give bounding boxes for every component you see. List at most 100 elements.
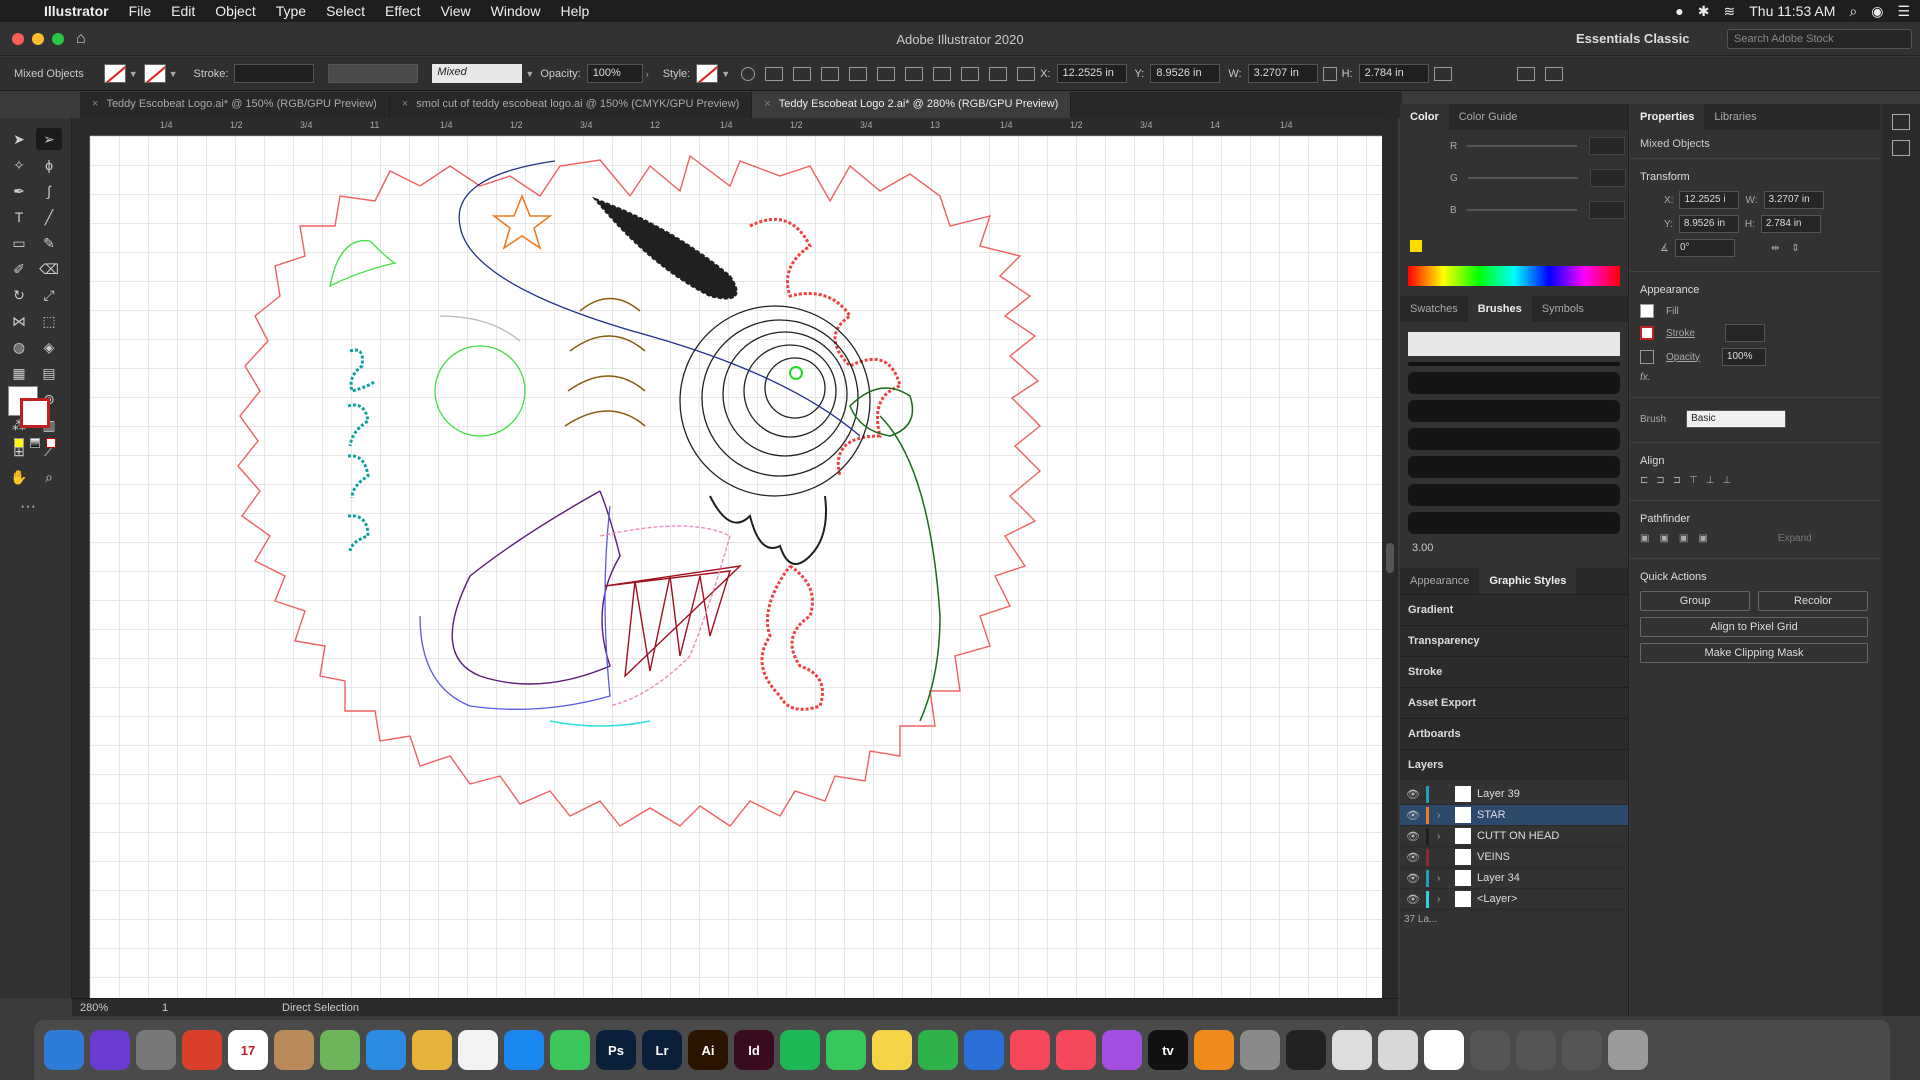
finder-icon[interactable] — [44, 1030, 84, 1070]
zoom-window-button[interactable] — [52, 33, 64, 45]
menu-window[interactable]: Window — [481, 3, 551, 19]
expand-chevron-icon[interactable]: › — [1437, 873, 1455, 884]
align-to-icon[interactable] — [765, 66, 784, 81]
panel-transparency[interactable]: Transparency — [1400, 625, 1628, 656]
clock[interactable]: Thu 11:53 AM — [1749, 3, 1835, 19]
opacity-label[interactable]: Opacity: — [540, 68, 580, 80]
messages-icon[interactable] — [550, 1030, 590, 1070]
window-1-icon[interactable] — [1470, 1030, 1510, 1070]
chevron-down-icon[interactable]: ▼ — [129, 69, 138, 79]
bluetooth-icon[interactable]: ✱ — [1698, 3, 1710, 20]
recolor-button[interactable]: Recolor — [1758, 591, 1868, 611]
control-center-icon[interactable]: ☰ — [1897, 3, 1910, 20]
notes-icon[interactable] — [872, 1030, 912, 1070]
system-prefs-icon[interactable] — [1240, 1030, 1280, 1070]
selection-marker[interactable] — [789, 366, 803, 380]
align-pixel-grid-button[interactable]: Align to Pixel Grid — [1640, 617, 1868, 637]
close-icon[interactable]: × — [402, 98, 408, 110]
layer-row[interactable]: 👁 Layer 39 — [1400, 784, 1628, 805]
tab-color-guide[interactable]: Color Guide — [1449, 104, 1528, 130]
menu-type[interactable]: Type — [266, 3, 316, 19]
brush-tips-row[interactable] — [1408, 332, 1620, 356]
scrollbar-thumb[interactable] — [1386, 543, 1394, 573]
color-spectrum[interactable] — [1408, 266, 1620, 286]
vertical-ruler[interactable] — [72, 136, 90, 998]
brush-item[interactable] — [1408, 456, 1620, 478]
scale-tool-icon[interactable]: ⤢ — [36, 284, 62, 306]
recolor-artwork-icon[interactable] — [741, 66, 756, 81]
panel-layers[interactable]: Layers — [1400, 749, 1628, 780]
layer-row[interactable]: 👁 VEINS — [1400, 847, 1628, 868]
brush-item[interactable] — [1408, 400, 1620, 422]
opacity-label[interactable]: Opacity — [1666, 352, 1700, 363]
type-tool-icon[interactable]: T — [6, 206, 32, 228]
exclude-icon[interactable]: ▣ — [1698, 533, 1707, 544]
layer-name[interactable]: Layer 39 — [1477, 788, 1520, 800]
hair-scribble-path[interactable] — [749, 217, 902, 477]
paintbrush-tool-icon[interactable]: ✎ — [36, 232, 62, 254]
align-vcenter-icon[interactable]: ⊥ — [1706, 475, 1715, 486]
live-paint-tool-icon[interactable]: ◈ — [36, 336, 62, 358]
tab-symbols[interactable]: Symbols — [1532, 296, 1594, 322]
expand-chevron-icon[interactable]: › — [1437, 810, 1455, 821]
hand-tool-icon[interactable]: ✋ — [6, 466, 32, 488]
star-path[interactable] — [491, 193, 553, 250]
close-icon[interactable]: × — [764, 98, 770, 110]
teeth-path[interactable] — [604, 564, 743, 678]
fill-swatch[interactable] — [1640, 304, 1654, 318]
podcasts-icon[interactable] — [1102, 1030, 1142, 1070]
tab-appearance[interactable]: Appearance — [1400, 568, 1479, 594]
photos-icon[interactable] — [412, 1030, 452, 1070]
rotate-tool-icon[interactable]: ↻ — [6, 284, 32, 306]
align-vcenter-icon[interactable] — [905, 66, 924, 81]
zoom-level[interactable]: 280% — [72, 1002, 122, 1014]
panel-stroke[interactable]: Stroke — [1400, 656, 1628, 687]
align-hcenter-icon[interactable]: ⊐ — [1656, 475, 1664, 486]
calendar-icon[interactable]: 17 — [228, 1030, 268, 1070]
rectangle-tool-icon[interactable]: ▭ — [6, 232, 32, 254]
layer-name[interactable]: STAR — [1477, 809, 1506, 821]
transform-reference-icon[interactable] — [1017, 66, 1036, 81]
channel-value-field[interactable] — [1589, 169, 1626, 187]
green-leaf-path[interactable] — [329, 239, 398, 288]
lasso-tool-icon[interactable]: ϕ — [36, 154, 62, 176]
brush-definition-field[interactable]: Mixed — [432, 64, 523, 83]
acrobat-icon[interactable] — [1378, 1030, 1418, 1070]
shape-options-icon[interactable] — [1433, 66, 1452, 81]
minus-front-icon[interactable]: ▣ — [1659, 533, 1668, 544]
brush-item[interactable] — [1408, 512, 1620, 534]
flip-vertical-icon[interactable]: ⇕ — [1791, 243, 1799, 254]
opacity-field[interactable]: 100% — [1721, 348, 1766, 366]
visibility-eye-icon[interactable]: 👁 — [1400, 851, 1426, 864]
layer-name[interactable]: CUTT ON HEAD — [1477, 830, 1559, 842]
channel-slider[interactable] — [1467, 177, 1578, 179]
layer-name[interactable]: <Layer> — [1477, 893, 1517, 905]
panel-gradient[interactable]: Gradient — [1400, 594, 1628, 625]
maps-icon[interactable] — [320, 1030, 360, 1070]
tab-graphic-styles[interactable]: Graphic Styles — [1479, 568, 1577, 594]
visibility-eye-icon[interactable]: 👁 — [1400, 830, 1426, 843]
facetime-icon[interactable] — [826, 1030, 866, 1070]
fill-label[interactable]: Fill — [1666, 306, 1679, 317]
layer-name[interactable]: VEINS — [1477, 851, 1510, 863]
canvas[interactable] — [90, 136, 1382, 998]
flip-horizontal-icon[interactable]: ⇹ — [1771, 243, 1779, 254]
brush-item[interactable] — [1408, 428, 1620, 450]
menu-select[interactable]: Select — [316, 3, 375, 19]
jaw-outline-path[interactable] — [419, 505, 611, 710]
align-bottom-icon[interactable]: ⊥ — [1723, 475, 1732, 486]
align-top-icon[interactable] — [877, 66, 896, 81]
gmail-icon[interactable] — [1424, 1030, 1464, 1070]
lightroom-icon[interactable]: Lr — [642, 1030, 682, 1070]
curvature-tool-icon[interactable]: ∫ — [36, 180, 62, 202]
x-position-field[interactable]: 12.2525 in — [1056, 64, 1127, 83]
tv-icon[interactable]: tv — [1148, 1030, 1188, 1070]
menu-view[interactable]: View — [431, 3, 481, 19]
music-icon[interactable] — [1056, 1030, 1096, 1070]
artwork[interactable] — [90, 136, 1382, 998]
color-button[interactable] — [14, 438, 24, 448]
chevron-down-icon[interactable]: ▼ — [721, 69, 730, 79]
tab-libraries[interactable]: Libraries — [1704, 104, 1766, 130]
align-left-icon[interactable]: ⊏ — [1640, 475, 1648, 486]
horizontal-ruler[interactable]: 1/4 1/2 3/4 11 1/4 1/2 3/4 12 1/4 1/2 3/… — [90, 118, 1382, 136]
